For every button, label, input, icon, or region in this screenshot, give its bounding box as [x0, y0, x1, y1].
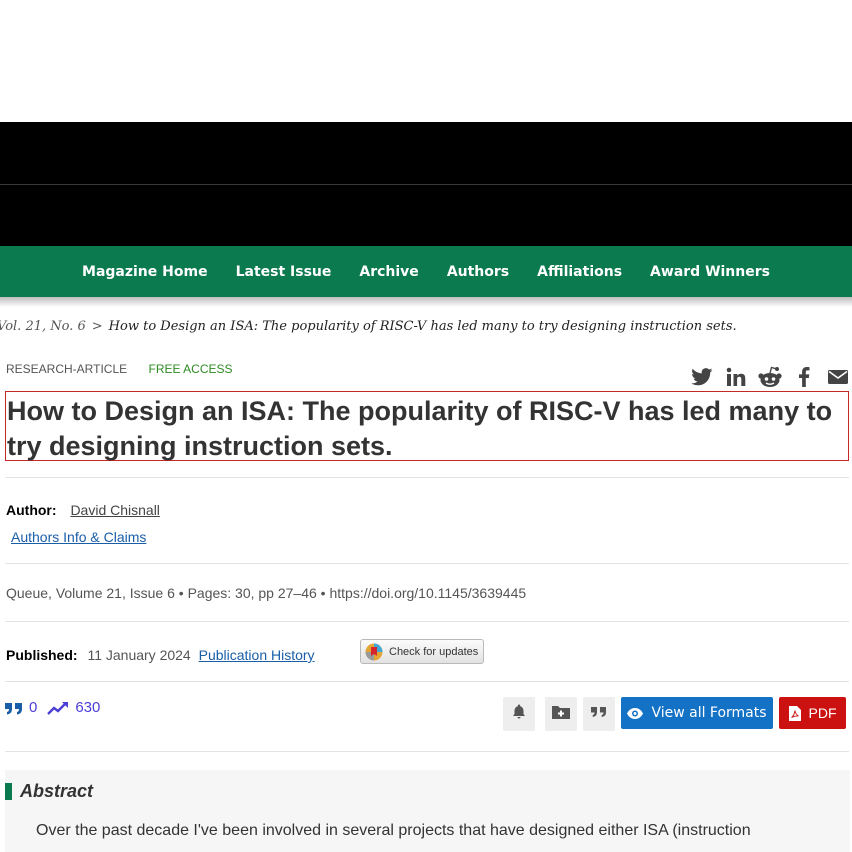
abstract-heading: Abstract	[20, 781, 94, 801]
alert-button[interactable]	[503, 697, 535, 731]
nav-award-winners[interactable]: Award Winners	[650, 264, 770, 280]
article-type-label: RESEARCH-ARTICLE	[6, 362, 128, 376]
article-title-box: How to Design an ISA: The popularity of …	[5, 391, 849, 461]
citations-count[interactable]: 0	[29, 699, 37, 716]
breadcrumb-separator: >	[91, 319, 103, 334]
magazine-nav: Magazine Home Latest Issue Archive Autho…	[0, 246, 852, 297]
nav-shadow	[0, 297, 852, 307]
pdf-file-icon	[788, 705, 801, 721]
twitter-icon[interactable]	[690, 366, 714, 388]
divider	[5, 563, 849, 564]
published-label: Published:	[6, 647, 78, 663]
article-title: How to Design an ISA: The popularity of …	[7, 396, 833, 461]
folder-plus-icon	[552, 705, 570, 724]
quote-icon	[591, 705, 607, 723]
author-label: Author:	[6, 502, 57, 518]
facebook-icon[interactable]	[792, 366, 816, 388]
crossmark-icon	[365, 643, 383, 661]
nav-magazine-home[interactable]: Magazine Home	[82, 264, 208, 280]
citations-quote-icon	[5, 701, 23, 715]
published-date: 11 January 2024	[87, 647, 191, 663]
view-all-formats-label: View all Formats	[651, 705, 767, 721]
breadcrumb-current: How to Design an ISA: The popularity of …	[108, 319, 737, 334]
divider	[5, 477, 849, 478]
nav-affiliations[interactable]: Affiliations	[537, 264, 622, 280]
reddit-icon[interactable]	[758, 366, 782, 388]
article-tags: RESEARCH-ARTICLE FREE ACCESS	[6, 362, 233, 376]
abstract-section: Abstract Over the past decade I've been …	[5, 770, 850, 852]
downloads-trend-icon	[47, 701, 69, 715]
divider	[5, 621, 849, 622]
published-row: Published: 11 January 2024 Publication H…	[6, 647, 315, 663]
abstract-text: Over the past decade I've been involved …	[36, 822, 751, 839]
cite-button[interactable]	[583, 697, 615, 731]
email-icon[interactable]	[826, 366, 850, 388]
authors-info-link[interactable]: Authors Info & Claims	[11, 529, 146, 545]
share-toolbar	[690, 366, 850, 388]
pdf-button[interactable]: PDF	[779, 697, 846, 729]
nav-latest-issue[interactable]: Latest Issue	[236, 264, 332, 280]
site-header	[0, 122, 852, 246]
downloads-count[interactable]: 630	[75, 699, 100, 716]
citation-line: Queue, Volume 21, Issue 6 • Pages: 30, p…	[6, 585, 527, 601]
breadcrumb: Vol. 21, No. 6 > How to Design an ISA: The…	[0, 319, 737, 334]
check-for-updates-label: Check for updates	[389, 645, 479, 658]
nav-authors[interactable]: Authors	[447, 264, 509, 280]
view-all-formats-button[interactable]: View all Formats	[621, 697, 773, 729]
top-banner-area	[0, 0, 852, 122]
bell-icon	[512, 704, 526, 724]
abstract-accent-bar	[5, 783, 12, 800]
publication-history-link[interactable]: Publication History	[199, 647, 315, 663]
add-to-binder-button[interactable]	[545, 697, 577, 731]
divider	[5, 681, 849, 682]
eye-icon	[627, 707, 644, 719]
nav-archive[interactable]: Archive	[359, 264, 418, 280]
author-link[interactable]: David Chisnall	[70, 502, 159, 518]
linkedin-icon[interactable]	[724, 366, 748, 388]
breadcrumb-issue[interactable]: Vol. 21, No. 6	[0, 319, 86, 334]
author-row: Author: David Chisnall	[6, 502, 160, 518]
divider	[5, 751, 849, 752]
check-for-updates-button[interactable]: Check for updates	[360, 639, 484, 664]
header-divider	[0, 184, 852, 185]
pdf-label: PDF	[808, 705, 837, 721]
article-metrics: 0 630	[5, 699, 110, 716]
free-access-label: FREE ACCESS	[148, 362, 233, 376]
